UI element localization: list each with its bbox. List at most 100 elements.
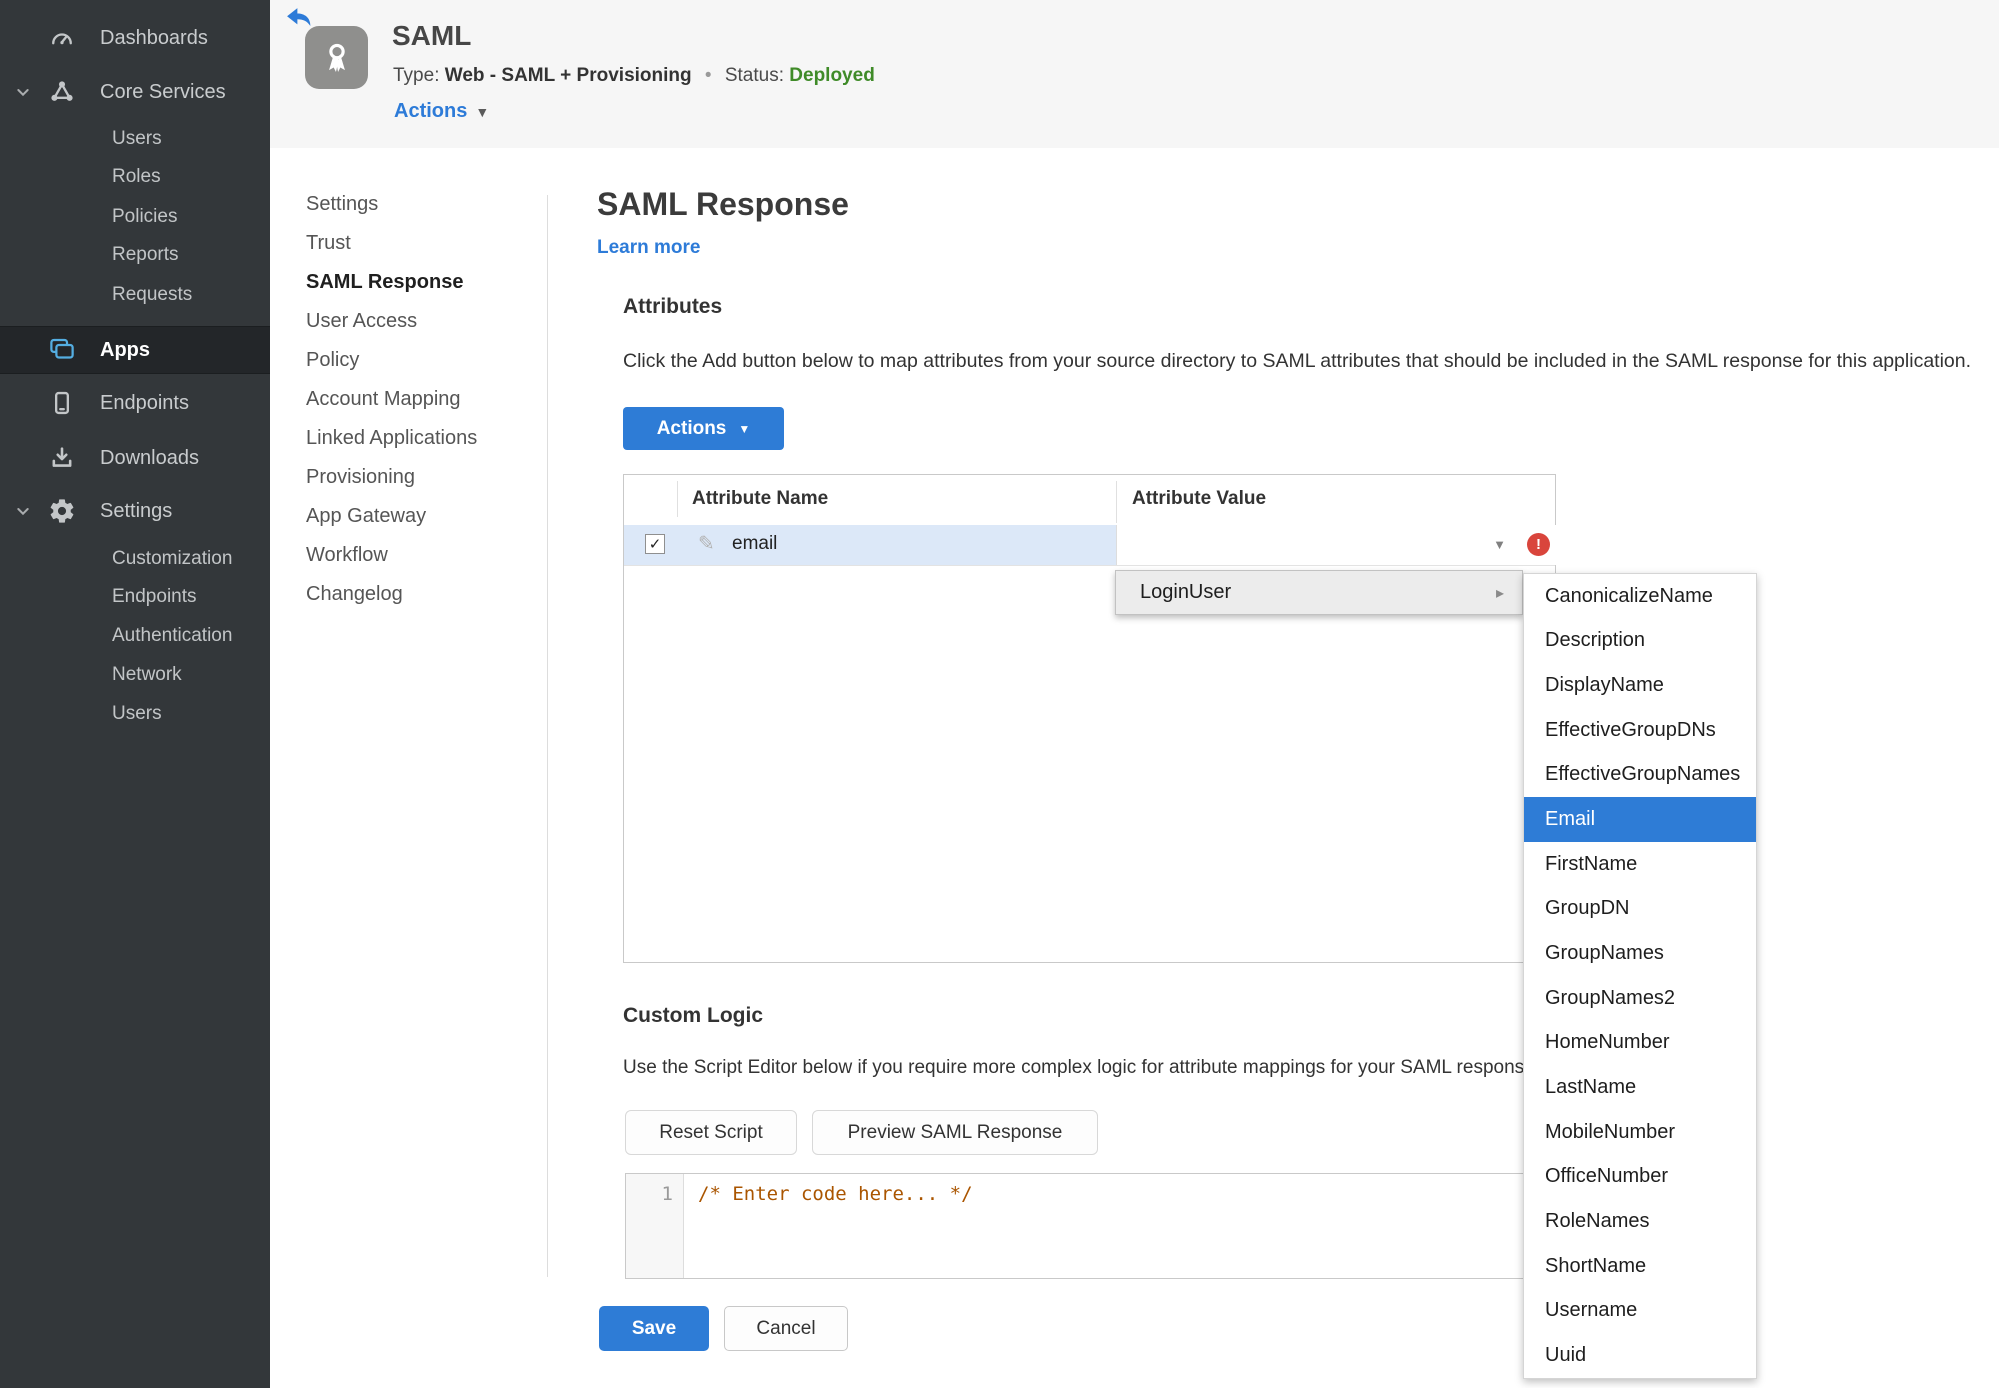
- sidebar-item-policies[interactable]: Policies: [0, 197, 270, 237]
- sidebar: Dashboards Core Services Users Roles Pol…: [0, 0, 270, 1388]
- sidebar-item-core-services[interactable]: Core Services: [0, 72, 270, 112]
- subnav-account-mapping[interactable]: Account Mapping: [306, 380, 536, 419]
- subnav-policy[interactable]: Policy: [306, 341, 536, 380]
- row-checkbox[interactable]: ✓: [645, 534, 665, 554]
- gear-icon: [46, 495, 78, 527]
- sidebar-item-customization[interactable]: Customization: [0, 539, 270, 579]
- save-button[interactable]: Save: [599, 1306, 709, 1351]
- cancel-button[interactable]: Cancel: [724, 1306, 848, 1351]
- submenu-item-uuid[interactable]: Uuid: [1524, 1333, 1756, 1378]
- submenu-item-effectivegroupnames[interactable]: EffectiveGroupNames: [1524, 753, 1756, 798]
- app-title: SAML: [392, 20, 472, 51]
- sidebar-item-reports[interactable]: Reports: [0, 235, 270, 275]
- sidebar-item-downloads[interactable]: Downloads: [0, 438, 270, 478]
- sidebar-item-roles[interactable]: Roles: [0, 157, 270, 197]
- attribute-value-dropdown[interactable]: ▼ !: [1116, 525, 1556, 565]
- app-meta-line: Type: Web - SAML + Provisioning • Status…: [393, 65, 875, 87]
- attributes-table: Attribute Name Attribute Value ✓ ✎ email…: [623, 474, 1556, 963]
- attributes-description: Click the Add button below to map attrib…: [623, 350, 1972, 372]
- line-number: 1: [661, 1183, 673, 1205]
- sidebar-item-endpoints[interactable]: Endpoints: [0, 383, 270, 423]
- submenu-item-username[interactable]: Username: [1524, 1289, 1756, 1334]
- subnav-saml-response[interactable]: SAML Response: [306, 263, 536, 302]
- submenu-item-canonicalizename[interactable]: CanonicalizeName: [1524, 574, 1756, 619]
- back-arrow-icon[interactable]: [286, 7, 312, 31]
- sidebar-item-users[interactable]: Users: [0, 119, 270, 159]
- check-icon: ✓: [648, 536, 662, 553]
- chevron-down-icon[interactable]: [12, 500, 34, 522]
- script-editor[interactable]: 1 /* Enter code here... */: [625, 1173, 1556, 1279]
- custom-logic-description: Use the Script Editor below if you requi…: [623, 1057, 1540, 1078]
- pencil-icon[interactable]: ✎: [698, 531, 715, 556]
- error-icon: !: [1527, 533, 1550, 556]
- sidebar-item-dashboards[interactable]: Dashboards: [0, 18, 270, 58]
- subnav-provisioning[interactable]: Provisioning: [306, 458, 536, 497]
- sidebar-item-label: Settings: [100, 499, 173, 522]
- subnav-trust[interactable]: Trust: [306, 224, 536, 263]
- submenu-item-homenumber[interactable]: HomeNumber: [1524, 1021, 1756, 1066]
- type-value: Web - SAML + Provisioning: [444, 65, 692, 86]
- submenu-item-lastname[interactable]: LastName: [1524, 1065, 1756, 1110]
- submenu-item-description[interactable]: Description: [1524, 619, 1756, 664]
- saml-app-icon: [305, 26, 368, 89]
- submenu-item-rolenames[interactable]: RoleNames: [1524, 1199, 1756, 1244]
- header-actions-dropdown[interactable]: Actions ▼: [394, 100, 489, 123]
- subnav-workflow[interactable]: Workflow: [306, 536, 536, 575]
- sidebar-item-requests[interactable]: Requests: [0, 275, 270, 315]
- attribute-name-cell: email: [732, 533, 778, 554]
- custom-logic-heading: Custom Logic: [623, 1004, 763, 1027]
- subnav-user-access[interactable]: User Access: [306, 302, 536, 341]
- editor-gutter: 1: [626, 1174, 684, 1278]
- gauge-icon: [46, 22, 78, 54]
- loginuser-submenu: CanonicalizeName Description DisplayName…: [1523, 573, 1757, 1379]
- sidebar-item-users-settings[interactable]: Users: [0, 694, 270, 734]
- meta-separator: •: [704, 65, 712, 86]
- subnav-linked-applications[interactable]: Linked Applications: [306, 419, 536, 458]
- phone-icon: [46, 387, 78, 419]
- submenu-item-groupnames2[interactable]: GroupNames2: [1524, 976, 1756, 1021]
- sidebar-item-label: Apps: [100, 338, 150, 361]
- app-subnav: Settings Trust SAML Response User Access…: [306, 185, 536, 614]
- caret-right-icon: ▸: [1495, 584, 1504, 602]
- apps-icon: [46, 334, 78, 366]
- submenu-item-groupnames[interactable]: GroupNames: [1524, 931, 1756, 976]
- core-services-icon: [46, 76, 78, 108]
- column-separator: [1116, 481, 1117, 523]
- sidebar-item-settings[interactable]: Settings: [0, 491, 270, 531]
- column-header-attribute-value: Attribute Value: [1132, 488, 1267, 509]
- reset-script-button[interactable]: Reset Script: [625, 1110, 797, 1155]
- submenu-item-displayname[interactable]: DisplayName: [1524, 663, 1756, 708]
- chevron-down-icon[interactable]: [12, 81, 34, 103]
- column-separator: [677, 481, 678, 517]
- caret-down-icon: ▼: [475, 104, 490, 120]
- subnav-settings[interactable]: Settings: [306, 185, 536, 224]
- attributes-actions-button[interactable]: Actions ▼: [623, 407, 784, 450]
- submenu-item-email-selected[interactable]: Email: [1524, 797, 1756, 842]
- sidebar-item-apps-active[interactable]: Apps: [0, 326, 270, 374]
- submenu-item-groupdn[interactable]: GroupDN: [1524, 887, 1756, 932]
- editor-code-line[interactable]: /* Enter code here... */: [698, 1183, 973, 1205]
- sidebar-item-label: Endpoints: [100, 391, 189, 414]
- type-label: Type:: [393, 65, 440, 86]
- submenu-item-mobilenumber[interactable]: MobileNumber: [1524, 1110, 1756, 1155]
- preview-saml-response-button[interactable]: Preview SAML Response: [812, 1110, 1098, 1155]
- sidebar-item-endpoints-settings[interactable]: Endpoints: [0, 577, 270, 617]
- subnav-app-gateway[interactable]: App Gateway: [306, 497, 536, 536]
- sidebar-item-label: Dashboards: [100, 26, 208, 49]
- status-label: Status:: [724, 65, 784, 86]
- table-row-email[interactable]: ✓ ✎ email ▼ !: [624, 525, 1556, 566]
- sidebar-item-label: Core Services: [100, 80, 226, 103]
- submenu-item-firstname[interactable]: FirstName: [1524, 842, 1756, 887]
- subnav-changelog[interactable]: Changelog: [306, 575, 536, 614]
- submenu-item-officenumber[interactable]: OfficeNumber: [1524, 1155, 1756, 1200]
- download-icon: [46, 442, 78, 474]
- page-title: SAML Response: [597, 186, 849, 222]
- sidebar-item-network[interactable]: Network: [0, 655, 270, 695]
- status-badge: Deployed: [789, 65, 875, 86]
- loginuser-menu-item[interactable]: LoginUser ▸: [1115, 570, 1523, 615]
- learn-more-link[interactable]: Learn more: [597, 237, 700, 259]
- submenu-item-effectivegroupdns[interactable]: EffectiveGroupDNs: [1524, 708, 1756, 753]
- caret-down-icon: ▼: [1493, 537, 1506, 552]
- sidebar-item-authentication[interactable]: Authentication: [0, 616, 270, 656]
- submenu-item-shortname[interactable]: ShortName: [1524, 1244, 1756, 1289]
